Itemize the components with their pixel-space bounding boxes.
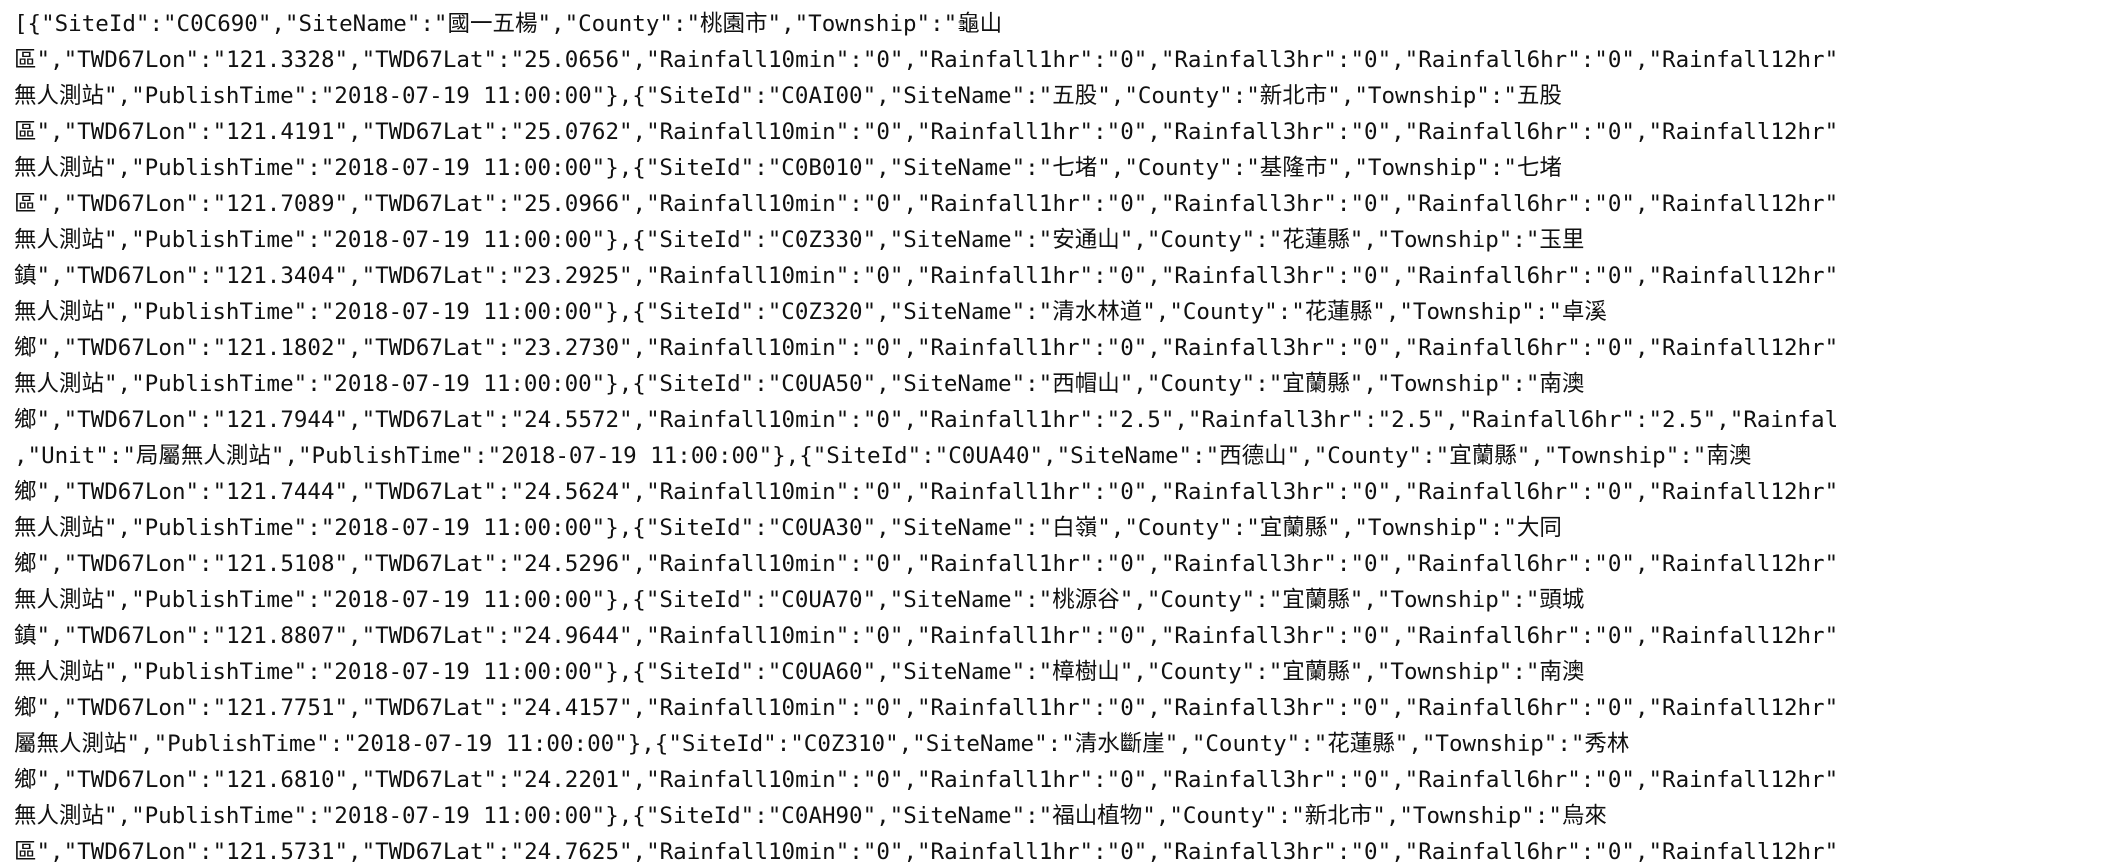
json-line: 鄉","TWD67Lon":"121.7751","TWD67Lat":"24.… bbox=[14, 695, 1839, 721]
json-line: 屬無人測站","PublishTime":"2018-07-19 11:00:0… bbox=[14, 731, 1630, 757]
json-line: 無人測站","PublishTime":"2018-07-19 11:00:00… bbox=[14, 371, 1585, 397]
json-line: ,"Unit":"局屬無人測站","PublishTime":"2018-07-… bbox=[14, 443, 1752, 469]
json-line: 無人測站","PublishTime":"2018-07-19 11:00:00… bbox=[14, 515, 1562, 541]
json-line: 無人測站","PublishTime":"2018-07-19 11:00:00… bbox=[14, 659, 1585, 685]
json-line: 無人測站","PublishTime":"2018-07-19 11:00:00… bbox=[14, 299, 1607, 325]
json-line: 無人測站","PublishTime":"2018-07-19 11:00:00… bbox=[14, 83, 1562, 109]
json-line: [{"SiteId":"C0C690","SiteName":"國一五楊","C… bbox=[14, 11, 1003, 37]
json-line: 區","TWD67Lon":"121.4191","TWD67Lat":"25.… bbox=[14, 119, 1839, 145]
json-line: 無人測站","PublishTime":"2018-07-19 11:00:00… bbox=[14, 155, 1562, 181]
json-line: 鄉","TWD67Lon":"121.7444","TWD67Lat":"24.… bbox=[14, 479, 1839, 505]
json-line: 鄉","TWD67Lon":"121.6810","TWD67Lat":"24.… bbox=[14, 767, 1839, 793]
json-line: 區","TWD67Lon":"121.7089","TWD67Lat":"25.… bbox=[14, 191, 1839, 217]
json-line: 鎮","TWD67Lon":"121.8807","TWD67Lat":"24.… bbox=[14, 623, 1839, 649]
json-line: 鄉","TWD67Lon":"121.7944","TWD67Lat":"24.… bbox=[14, 407, 1839, 433]
json-line: 區","TWD67Lon":"121.5731","TWD67Lat":"24.… bbox=[14, 839, 1839, 865]
raw-json-text-view: [{"SiteId":"C0C690","SiteName":"國一五楊","C… bbox=[0, 0, 2112, 868]
json-line: 無人測站","PublishTime":"2018-07-19 11:00:00… bbox=[14, 803, 1607, 829]
json-line: 鄉","TWD67Lon":"121.1802","TWD67Lat":"23.… bbox=[14, 335, 1839, 361]
json-line: 鎮","TWD67Lon":"121.3404","TWD67Lat":"23.… bbox=[14, 263, 1839, 289]
json-line: 鄉","TWD67Lon":"121.5108","TWD67Lat":"24.… bbox=[14, 551, 1839, 577]
json-line: 區","TWD67Lon":"121.3328","TWD67Lat":"25.… bbox=[14, 47, 1839, 73]
json-line: 無人測站","PublishTime":"2018-07-19 11:00:00… bbox=[14, 227, 1585, 253]
json-line: 無人測站","PublishTime":"2018-07-19 11:00:00… bbox=[14, 587, 1585, 613]
